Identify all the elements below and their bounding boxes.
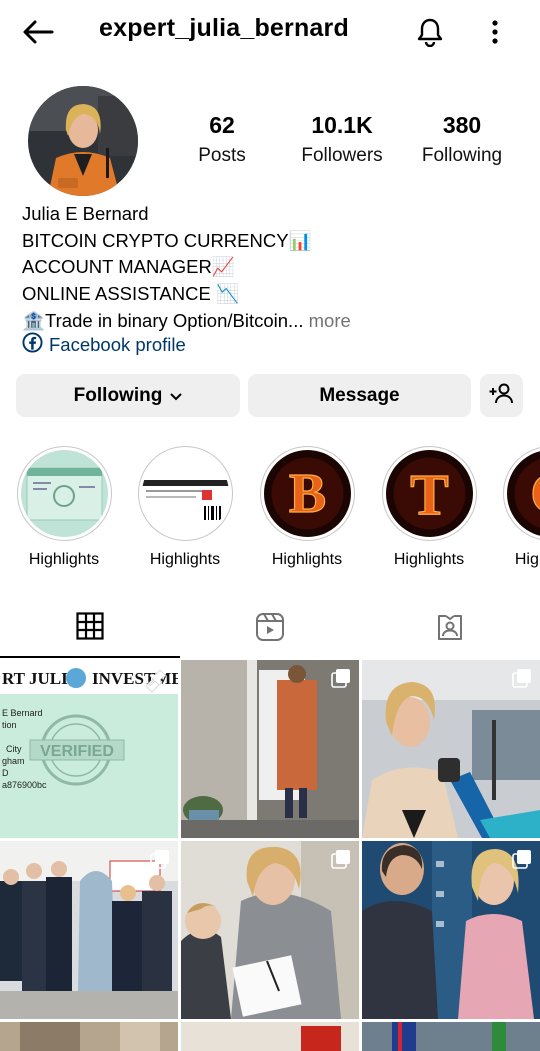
post-verified-certificate[interactable]: RT JULIA INVESTMEN E Bernard tion City g… xyxy=(0,660,178,838)
facebook-link-label: Facebook profile xyxy=(49,334,186,355)
post-photo[interactable] xyxy=(181,1022,359,1051)
highlight-item[interactable]: Highlights xyxy=(14,446,114,569)
highlight-letter: T xyxy=(410,462,449,527)
highlight-label: Highlights xyxy=(514,551,540,568)
profile-username: expert_julia_bernard xyxy=(99,14,349,42)
highlight-ring: T xyxy=(381,446,477,541)
bio-line: BITCOIN CRYPTO CURRENCY📊 xyxy=(22,229,312,251)
profile-avatar[interactable] xyxy=(28,86,138,196)
highlight-fire-letter-c: C xyxy=(506,450,540,537)
highlight-letter: B xyxy=(288,463,325,525)
highlight-ring: B xyxy=(259,446,355,541)
profile-name: Julia E Bernard xyxy=(22,203,149,224)
highlight-fire-letter-t: T xyxy=(385,450,473,537)
followers-stat[interactable]: 10.1K Followers xyxy=(292,112,392,167)
highlight-fire-letter-b: B xyxy=(263,450,351,537)
highlight-letter: C xyxy=(530,463,540,525)
highlight-certificate-thumbnail xyxy=(20,450,108,537)
add-user-icon xyxy=(489,382,515,410)
following-button-label: Following xyxy=(73,384,163,406)
post-text: tion xyxy=(2,720,17,730)
posts-stat[interactable]: 62 Posts xyxy=(186,112,258,167)
post-photo[interactable] xyxy=(362,841,540,1019)
pin-icon xyxy=(148,668,168,693)
post-verified-badge: VERIFIED xyxy=(40,743,114,760)
post-text: gham xyxy=(2,756,25,766)
chevron-down-icon xyxy=(170,385,182,407)
post-photo[interactable] xyxy=(362,660,540,838)
post-photo[interactable] xyxy=(0,1022,178,1051)
following-count: 380 xyxy=(442,112,482,138)
post-text: E Bernard xyxy=(2,708,43,718)
multi-photo-icon xyxy=(512,849,532,874)
bio-line-last: 🏦Trade in binary Option/Bitcoin... more xyxy=(22,308,351,335)
multi-photo-icon xyxy=(331,668,351,693)
top-bar: expert_julia_bernard xyxy=(0,0,540,62)
profile-tabs xyxy=(0,600,540,658)
message-button-label: Message xyxy=(319,384,400,406)
multi-photo-icon xyxy=(331,849,351,874)
highlight-item[interactable]: T Highlights xyxy=(379,446,479,569)
highlight-ring xyxy=(16,446,112,541)
highlight-label: Highlights xyxy=(271,551,343,568)
tab-posts-grid[interactable] xyxy=(0,600,180,658)
followers-label: Followers xyxy=(301,145,383,166)
highlight-ring xyxy=(137,446,233,541)
bio-line: ONLINE ASSISTANCE 📉 xyxy=(22,283,239,305)
more-options-icon[interactable] xyxy=(480,14,510,50)
followers-count: 10.1K xyxy=(311,112,373,138)
highlight-label: Highlights xyxy=(149,551,221,568)
bio-line: ACCOUNT MANAGER📈 xyxy=(22,256,235,278)
posts-count: 62 xyxy=(209,112,235,138)
highlight-ring: C xyxy=(502,446,540,541)
tab-reels[interactable] xyxy=(180,600,360,658)
highlight-document-thumbnail xyxy=(141,450,229,537)
highlight-item[interactable]: B Highlights xyxy=(257,446,357,569)
facebook-icon xyxy=(22,332,43,358)
highlight-item[interactable]: C Highlights xyxy=(500,446,540,569)
highlight-label: Highlights xyxy=(28,551,100,568)
following-stat[interactable]: 380 Following xyxy=(414,112,510,167)
posts-label: Posts xyxy=(198,145,246,166)
following-button[interactable]: Following xyxy=(16,374,240,417)
back-arrow-icon[interactable] xyxy=(20,14,56,50)
post-photo[interactable] xyxy=(0,841,178,1019)
bio-more-link[interactable]: more xyxy=(309,310,351,331)
tagged-user-icon xyxy=(435,612,465,647)
multi-photo-icon xyxy=(150,849,170,874)
message-button[interactable]: Message xyxy=(248,374,471,417)
post-text: City xyxy=(6,744,22,754)
add-user-button[interactable] xyxy=(480,374,523,417)
multi-photo-icon xyxy=(512,668,532,693)
bio-line: 🏦Trade in binary Option/Bitcoin... xyxy=(22,309,304,331)
profile-bio: Julia E Bernard BITCOIN CRYPTO CURRENCY📊… xyxy=(22,201,351,335)
post-photo[interactable] xyxy=(362,1022,540,1051)
highlight-label: Highlights xyxy=(393,551,465,568)
highlight-item[interactable]: Highlights xyxy=(135,446,235,569)
reels-icon xyxy=(255,612,285,647)
tab-tagged[interactable] xyxy=(360,600,540,658)
post-text: D xyxy=(2,768,9,778)
post-photo[interactable] xyxy=(181,660,359,838)
post-text: a876900bc xyxy=(2,780,47,790)
notification-bell-icon[interactable] xyxy=(412,14,448,50)
facebook-profile-link[interactable]: Facebook profile xyxy=(22,332,186,358)
following-label: Following xyxy=(421,145,503,166)
story-highlights: Highlights Highlights B Highlights T Hig… xyxy=(0,446,540,576)
post-photo[interactable] xyxy=(181,841,359,1019)
grid-icon xyxy=(76,611,104,645)
